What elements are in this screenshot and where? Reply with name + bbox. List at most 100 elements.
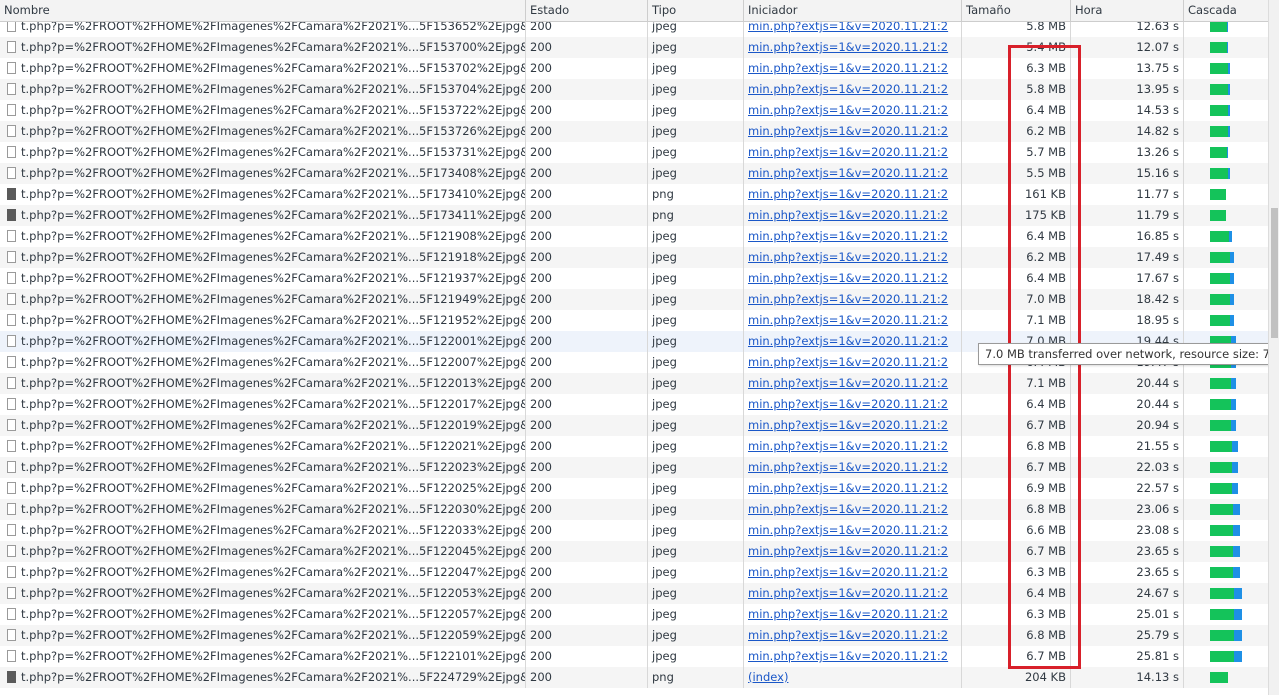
initiator-link-cell[interactable]: min.php?extjs=1&v=2020.11.21:2	[743, 604, 961, 625]
initiator-link-cell[interactable]: min.php?extjs=1&v=2020.11.21:2	[743, 184, 961, 205]
initiator-link[interactable]: min.php?extjs=1&v=2020.11.21:2	[748, 502, 948, 516]
request-name-cell[interactable]: t.php?p=%2FROOT%2FHOME%2FImagenes%2FCama…	[0, 520, 525, 541]
request-name-cell[interactable]: t.php?p=%2FROOT%2FHOME%2FImagenes%2FCama…	[0, 205, 525, 226]
request-name-cell[interactable]: t.php?p=%2FROOT%2FHOME%2FImagenes%2FCama…	[0, 415, 525, 436]
table-row[interactable]: t.php?p=%2FROOT%2FHOME%2FImagenes%2FCama…	[0, 541, 1268, 562]
initiator-link[interactable]: min.php?extjs=1&v=2020.11.21:2	[748, 187, 948, 201]
request-name-cell[interactable]: t.php?p=%2FROOT%2FHOME%2FImagenes%2FCama…	[0, 604, 525, 625]
table-row[interactable]: t.php?p=%2FROOT%2FHOME%2FImagenes%2FCama…	[0, 478, 1268, 499]
request-name-cell[interactable]: t.php?p=%2FROOT%2FHOME%2FImagenes%2FCama…	[0, 310, 525, 331]
initiator-link[interactable]: min.php?extjs=1&v=2020.11.21:2	[748, 229, 948, 243]
waterfall-cell[interactable]	[1183, 205, 1268, 226]
initiator-link[interactable]: min.php?extjs=1&v=2020.11.21:2	[748, 355, 948, 369]
initiator-link-cell[interactable]: min.php?extjs=1&v=2020.11.21:2	[743, 562, 961, 583]
column-header-initiator[interactable]: Iniciador	[743, 0, 961, 21]
initiator-link-cell[interactable]: min.php?extjs=1&v=2020.11.21:2	[743, 541, 961, 562]
waterfall-cell[interactable]	[1183, 22, 1268, 37]
initiator-link-cell[interactable]: min.php?extjs=1&v=2020.11.21:2	[743, 457, 961, 478]
initiator-link[interactable]: (index)	[748, 670, 788, 684]
request-name-cell[interactable]: t.php?p=%2FROOT%2FHOME%2FImagenes%2FCama…	[0, 646, 525, 667]
table-row[interactable]: t.php?p=%2FROOT%2FHOME%2FImagenes%2FCama…	[0, 457, 1268, 478]
request-name-cell[interactable]: t.php?p=%2FROOT%2FHOME%2FImagenes%2FCama…	[0, 352, 525, 373]
initiator-link-cell[interactable]: min.php?extjs=1&v=2020.11.21:2	[743, 205, 961, 226]
table-row[interactable]: t.php?p=%2FROOT%2FHOME%2FImagenes%2FCama…	[0, 205, 1268, 226]
scrollbar-thumb[interactable]	[1271, 208, 1278, 338]
initiator-link-cell[interactable]: min.php?extjs=1&v=2020.11.21:2	[743, 373, 961, 394]
initiator-link-cell[interactable]: min.php?extjs=1&v=2020.11.21:2	[743, 142, 961, 163]
waterfall-cell[interactable]	[1183, 37, 1268, 58]
waterfall-cell[interactable]	[1183, 100, 1268, 121]
waterfall-cell[interactable]	[1183, 226, 1268, 247]
waterfall-cell[interactable]	[1183, 520, 1268, 541]
table-row[interactable]: t.php?p=%2FROOT%2FHOME%2FImagenes%2FCama…	[0, 100, 1268, 121]
initiator-link-cell[interactable]: min.php?extjs=1&v=2020.11.21:2	[743, 415, 961, 436]
table-row[interactable]: t.php?p=%2FROOT%2FHOME%2FImagenes%2FCama…	[0, 268, 1268, 289]
waterfall-cell[interactable]	[1183, 541, 1268, 562]
initiator-link[interactable]: min.php?extjs=1&v=2020.11.21:2	[748, 418, 948, 432]
request-name-cell[interactable]: t.php?p=%2FROOT%2FHOME%2FImagenes%2FCama…	[0, 226, 525, 247]
table-row[interactable]: t.php?p=%2FROOT%2FHOME%2FImagenes%2FCama…	[0, 58, 1268, 79]
request-name-cell[interactable]: t.php?p=%2FROOT%2FHOME%2FImagenes%2FCama…	[0, 289, 525, 310]
waterfall-cell[interactable]	[1183, 373, 1268, 394]
initiator-link-cell[interactable]: min.php?extjs=1&v=2020.11.21:2	[743, 268, 961, 289]
waterfall-cell[interactable]	[1183, 457, 1268, 478]
initiator-link[interactable]: min.php?extjs=1&v=2020.11.21:2	[748, 607, 948, 621]
table-row[interactable]: t.php?p=%2FROOT%2FHOME%2FImagenes%2FCama…	[0, 163, 1268, 184]
request-name-cell[interactable]: t.php?p=%2FROOT%2FHOME%2FImagenes%2FCama…	[0, 583, 525, 604]
request-name-cell[interactable]: t.php?p=%2FROOT%2FHOME%2FImagenes%2FCama…	[0, 163, 525, 184]
column-header-type[interactable]: Tipo	[647, 0, 743, 21]
initiator-link[interactable]: min.php?extjs=1&v=2020.11.21:2	[748, 439, 948, 453]
initiator-link[interactable]: min.php?extjs=1&v=2020.11.21:2	[748, 145, 948, 159]
initiator-link-cell[interactable]: min.php?extjs=1&v=2020.11.21:2	[743, 436, 961, 457]
request-name-cell[interactable]: t.php?p=%2FROOT%2FHOME%2FImagenes%2FCama…	[0, 331, 525, 352]
table-row[interactable]: t.php?p=%2FROOT%2FHOME%2FImagenes%2FCama…	[0, 142, 1268, 163]
waterfall-cell[interactable]	[1183, 646, 1268, 667]
initiator-link-cell[interactable]: min.php?extjs=1&v=2020.11.21:2	[743, 310, 961, 331]
waterfall-cell[interactable]	[1183, 667, 1268, 688]
table-row[interactable]: t.php?p=%2FROOT%2FHOME%2FImagenes%2FCama…	[0, 499, 1268, 520]
initiator-link[interactable]: min.php?extjs=1&v=2020.11.21:2	[748, 460, 948, 474]
request-name-cell[interactable]: t.php?p=%2FROOT%2FHOME%2FImagenes%2FCama…	[0, 478, 525, 499]
table-row[interactable]: t.php?p=%2FROOT%2FHOME%2FImagenes%2FCama…	[0, 394, 1268, 415]
request-name-cell[interactable]: t.php?p=%2FROOT%2FHOME%2FImagenes%2FCama…	[0, 184, 525, 205]
initiator-link-cell[interactable]: min.php?extjs=1&v=2020.11.21:2	[743, 37, 961, 58]
initiator-link[interactable]: min.php?extjs=1&v=2020.11.21:2	[748, 40, 948, 54]
initiator-link[interactable]: min.php?extjs=1&v=2020.11.21:2	[748, 292, 948, 306]
initiator-link[interactable]: min.php?extjs=1&v=2020.11.21:2	[748, 61, 948, 75]
initiator-link-cell[interactable]: min.php?extjs=1&v=2020.11.21:2	[743, 121, 961, 142]
waterfall-cell[interactable]	[1183, 58, 1268, 79]
initiator-link-cell[interactable]: min.php?extjs=1&v=2020.11.21:2	[743, 226, 961, 247]
table-row[interactable]: t.php?p=%2FROOT%2FHOME%2FImagenes%2FCama…	[0, 583, 1268, 604]
initiator-link[interactable]: min.php?extjs=1&v=2020.11.21:2	[748, 586, 948, 600]
column-header-waterfall[interactable]: Cascada	[1183, 0, 1268, 21]
waterfall-cell[interactable]	[1183, 142, 1268, 163]
table-row[interactable]: t.php?p=%2FROOT%2FHOME%2FImagenes%2FCama…	[0, 37, 1268, 58]
request-name-cell[interactable]: t.php?p=%2FROOT%2FHOME%2FImagenes%2FCama…	[0, 457, 525, 478]
request-name-cell[interactable]: t.php?p=%2FROOT%2FHOME%2FImagenes%2FCama…	[0, 37, 525, 58]
table-row[interactable]: t.php?p=%2FROOT%2FHOME%2FImagenes%2FCama…	[0, 562, 1268, 583]
initiator-link[interactable]: min.php?extjs=1&v=2020.11.21:2	[748, 397, 948, 411]
initiator-link[interactable]: min.php?extjs=1&v=2020.11.21:2	[748, 271, 948, 285]
initiator-link-cell[interactable]: min.php?extjs=1&v=2020.11.21:2	[743, 22, 961, 37]
waterfall-cell[interactable]	[1183, 163, 1268, 184]
request-name-cell[interactable]: t.php?p=%2FROOT%2FHOME%2FImagenes%2FCama…	[0, 499, 525, 520]
column-header-status[interactable]: Estado	[525, 0, 647, 21]
table-row[interactable]: t.php?p=%2FROOT%2FHOME%2FImagenes%2FCama…	[0, 22, 1268, 37]
waterfall-cell[interactable]	[1183, 415, 1268, 436]
initiator-link[interactable]: min.php?extjs=1&v=2020.11.21:2	[748, 523, 948, 537]
initiator-link-cell[interactable]: min.php?extjs=1&v=2020.11.21:2	[743, 352, 961, 373]
waterfall-cell[interactable]	[1183, 121, 1268, 142]
table-row[interactable]: t.php?p=%2FROOT%2FHOME%2FImagenes%2FCama…	[0, 79, 1268, 100]
table-row[interactable]: t.php?p=%2FROOT%2FHOME%2FImagenes%2FCama…	[0, 415, 1268, 436]
initiator-link[interactable]: min.php?extjs=1&v=2020.11.21:2	[748, 103, 948, 117]
request-name-cell[interactable]: t.php?p=%2FROOT%2FHOME%2FImagenes%2FCama…	[0, 436, 525, 457]
waterfall-cell[interactable]	[1183, 478, 1268, 499]
table-row[interactable]: t.php?p=%2FROOT%2FHOME%2FImagenes%2FCama…	[0, 226, 1268, 247]
table-row[interactable]: t.php?p=%2FROOT%2FHOME%2FImagenes%2FCama…	[0, 436, 1268, 457]
initiator-link-cell[interactable]: min.php?extjs=1&v=2020.11.21:2	[743, 646, 961, 667]
initiator-link[interactable]: min.php?extjs=1&v=2020.11.21:2	[748, 544, 948, 558]
initiator-link-cell[interactable]: min.php?extjs=1&v=2020.11.21:2	[743, 79, 961, 100]
waterfall-cell[interactable]	[1183, 394, 1268, 415]
table-row[interactable]: t.php?p=%2FROOT%2FHOME%2FImagenes%2FCama…	[0, 310, 1268, 331]
column-header-time[interactable]: Hora	[1070, 0, 1183, 21]
